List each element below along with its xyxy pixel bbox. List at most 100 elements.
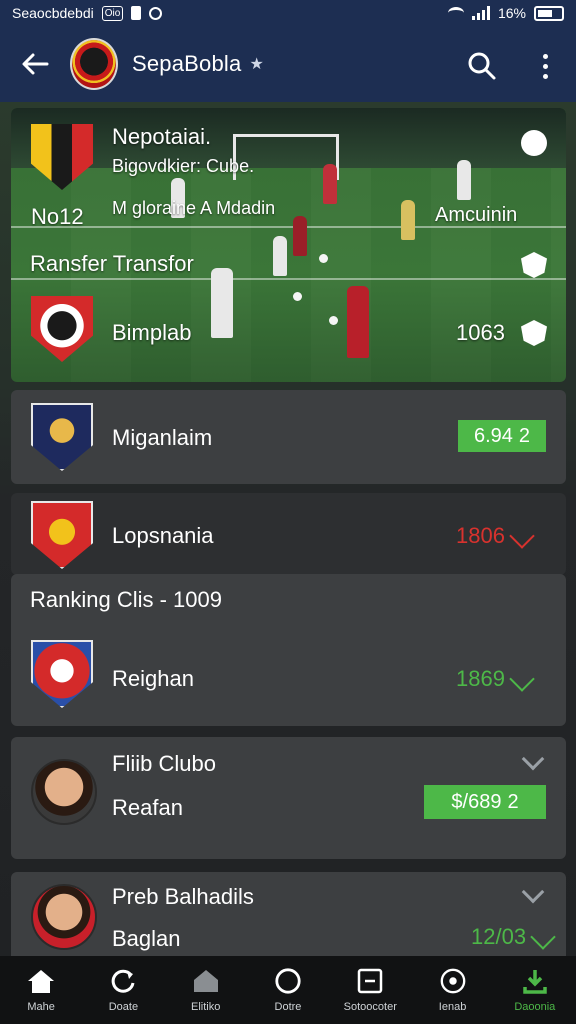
battery-percent: 16% (497, 5, 526, 21)
ranking-header: Ranking Clis - 1009 (11, 574, 566, 626)
more-dot-icon (542, 53, 548, 59)
nav-label: Dotre (274, 1001, 302, 1013)
nav-item-card[interactable]: Sotoocoter (329, 956, 411, 1024)
sim-icon (131, 6, 142, 20)
ball-icon (439, 967, 467, 995)
club-logo (70, 38, 118, 90)
nav-item-stadium[interactable]: Elitiko (165, 956, 247, 1024)
value-badge: 6.94 2 (458, 420, 546, 452)
hero-right-label: Amcuinin (435, 204, 518, 226)
favorite-star-icon[interactable]: ★ (249, 54, 263, 74)
hero-left-label: No12 (31, 204, 84, 229)
more-dot-icon (542, 63, 548, 69)
player-figure (401, 200, 415, 240)
nav-item-home[interactable]: Mahe (0, 956, 82, 1024)
player-card[interactable]: Preb Balhadils Baglan 12/03 (11, 872, 566, 956)
nav-label: Daoonia (514, 1001, 556, 1013)
record-icon (149, 6, 163, 20)
player-figure (273, 236, 287, 276)
nav-item-circle[interactable]: Dotre (247, 956, 329, 1024)
nav-label: Ienab (438, 1001, 467, 1013)
player-figure (211, 268, 233, 338)
player-card[interactable]: Fliib Clubo Reafan $/689 2 (11, 737, 566, 859)
status-right: 16% (447, 5, 564, 21)
hero-club-name: Bimplab (112, 320, 192, 345)
trend-arrow-icon (509, 523, 535, 549)
player-figure (347, 286, 369, 358)
ranking-title: Ranking Clis - 1009 (30, 587, 222, 612)
battery-icon (534, 5, 564, 21)
nav-item-ball[interactable]: Ienab (411, 956, 493, 1024)
ball-icon (329, 316, 338, 325)
shield-icon[interactable] (521, 320, 547, 346)
carrier-text: Seaocbdebdi (12, 5, 94, 21)
refresh-icon (109, 967, 137, 995)
hero-club-value: 1063 (456, 320, 505, 345)
nav-label: Doate (108, 1001, 139, 1013)
value-suffix: 2 (518, 424, 531, 447)
notification-badge: Oio (101, 5, 124, 21)
search-icon (468, 52, 496, 80)
player-figure (293, 216, 307, 256)
player-title: Fliib Clubo (112, 751, 216, 776)
shield-icon[interactable] (521, 252, 547, 278)
trend-arrow-icon (509, 666, 535, 692)
player-avatar (31, 884, 97, 950)
club-card[interactable]: Lopsnania 1806 (11, 493, 566, 575)
club-crest (31, 501, 93, 569)
card-icon (356, 967, 384, 995)
value-display: 12/03 (471, 924, 556, 950)
club-crest (31, 403, 93, 471)
bottom-nav: Mahe Doate Elitiko Dotre Sotoocoter Iena… (0, 956, 576, 1024)
back-button[interactable] (0, 26, 70, 102)
value-display: 1869 (456, 666, 535, 692)
nav-label: Sotoocoter (343, 1001, 397, 1013)
pitch-line (11, 278, 566, 280)
more-dot-icon (542, 73, 548, 79)
hero-card[interactable]: Nepotaiai. Bigovdkier: Cube. No12 M glor… (11, 108, 566, 382)
player-avatar (31, 759, 97, 825)
nav-label: Elitiko (191, 1001, 221, 1013)
hero-title: Nepotaiai. (112, 124, 212, 149)
status-left: Seaocbdebdi Oio (12, 5, 163, 21)
more-options-button[interactable] (528, 46, 562, 86)
player-title: Preb Balhadils (112, 884, 254, 909)
value-text: 1869 (456, 666, 505, 691)
nav-label: Mahe (27, 1001, 55, 1013)
club-card[interactable]: Reighan 1869 (11, 626, 566, 726)
download-icon (521, 967, 549, 995)
info-icon[interactable] (521, 130, 547, 156)
chevron-down-icon[interactable] (521, 880, 545, 904)
signal-icon (471, 6, 490, 20)
circle-icon (274, 967, 302, 995)
player-name: Reafan (112, 795, 183, 820)
stadium-icon (192, 967, 220, 995)
value-suffix: 2 (507, 790, 519, 813)
trend-arrow-icon (530, 924, 556, 950)
value-display: 1806 (456, 523, 535, 549)
player-name: Baglan (112, 926, 181, 951)
back-arrow-icon (22, 53, 49, 75)
nav-item-refresh[interactable]: Doate (82, 956, 164, 1024)
player-figure (457, 160, 471, 200)
player-figure (323, 164, 337, 204)
transfer-label: Ransfer Transfor (30, 251, 194, 276)
value-text: 1806 (456, 523, 505, 548)
club-name: Lopsnania (112, 523, 214, 548)
club-crest (31, 124, 93, 190)
search-button[interactable] (462, 46, 502, 86)
app-title: SepaBobla (132, 51, 242, 76)
club-name: Miganlaim (112, 425, 213, 450)
app-bar: SepaBobla ★ (0, 26, 576, 102)
club-card[interactable]: Miganlaim 6.94 2 (11, 390, 566, 484)
hero-subtitle: Bigovdkier: Cube. (112, 156, 255, 176)
ball-icon (293, 292, 302, 301)
home-icon (27, 967, 55, 995)
wifi-icon (447, 7, 464, 19)
chevron-down-icon[interactable] (521, 747, 545, 771)
nav-item-download[interactable]: Daoonia (494, 956, 576, 1024)
value-text: $/689 (451, 790, 502, 813)
club-crest (31, 640, 93, 708)
ball-icon (319, 254, 328, 263)
club-crest (31, 296, 93, 362)
